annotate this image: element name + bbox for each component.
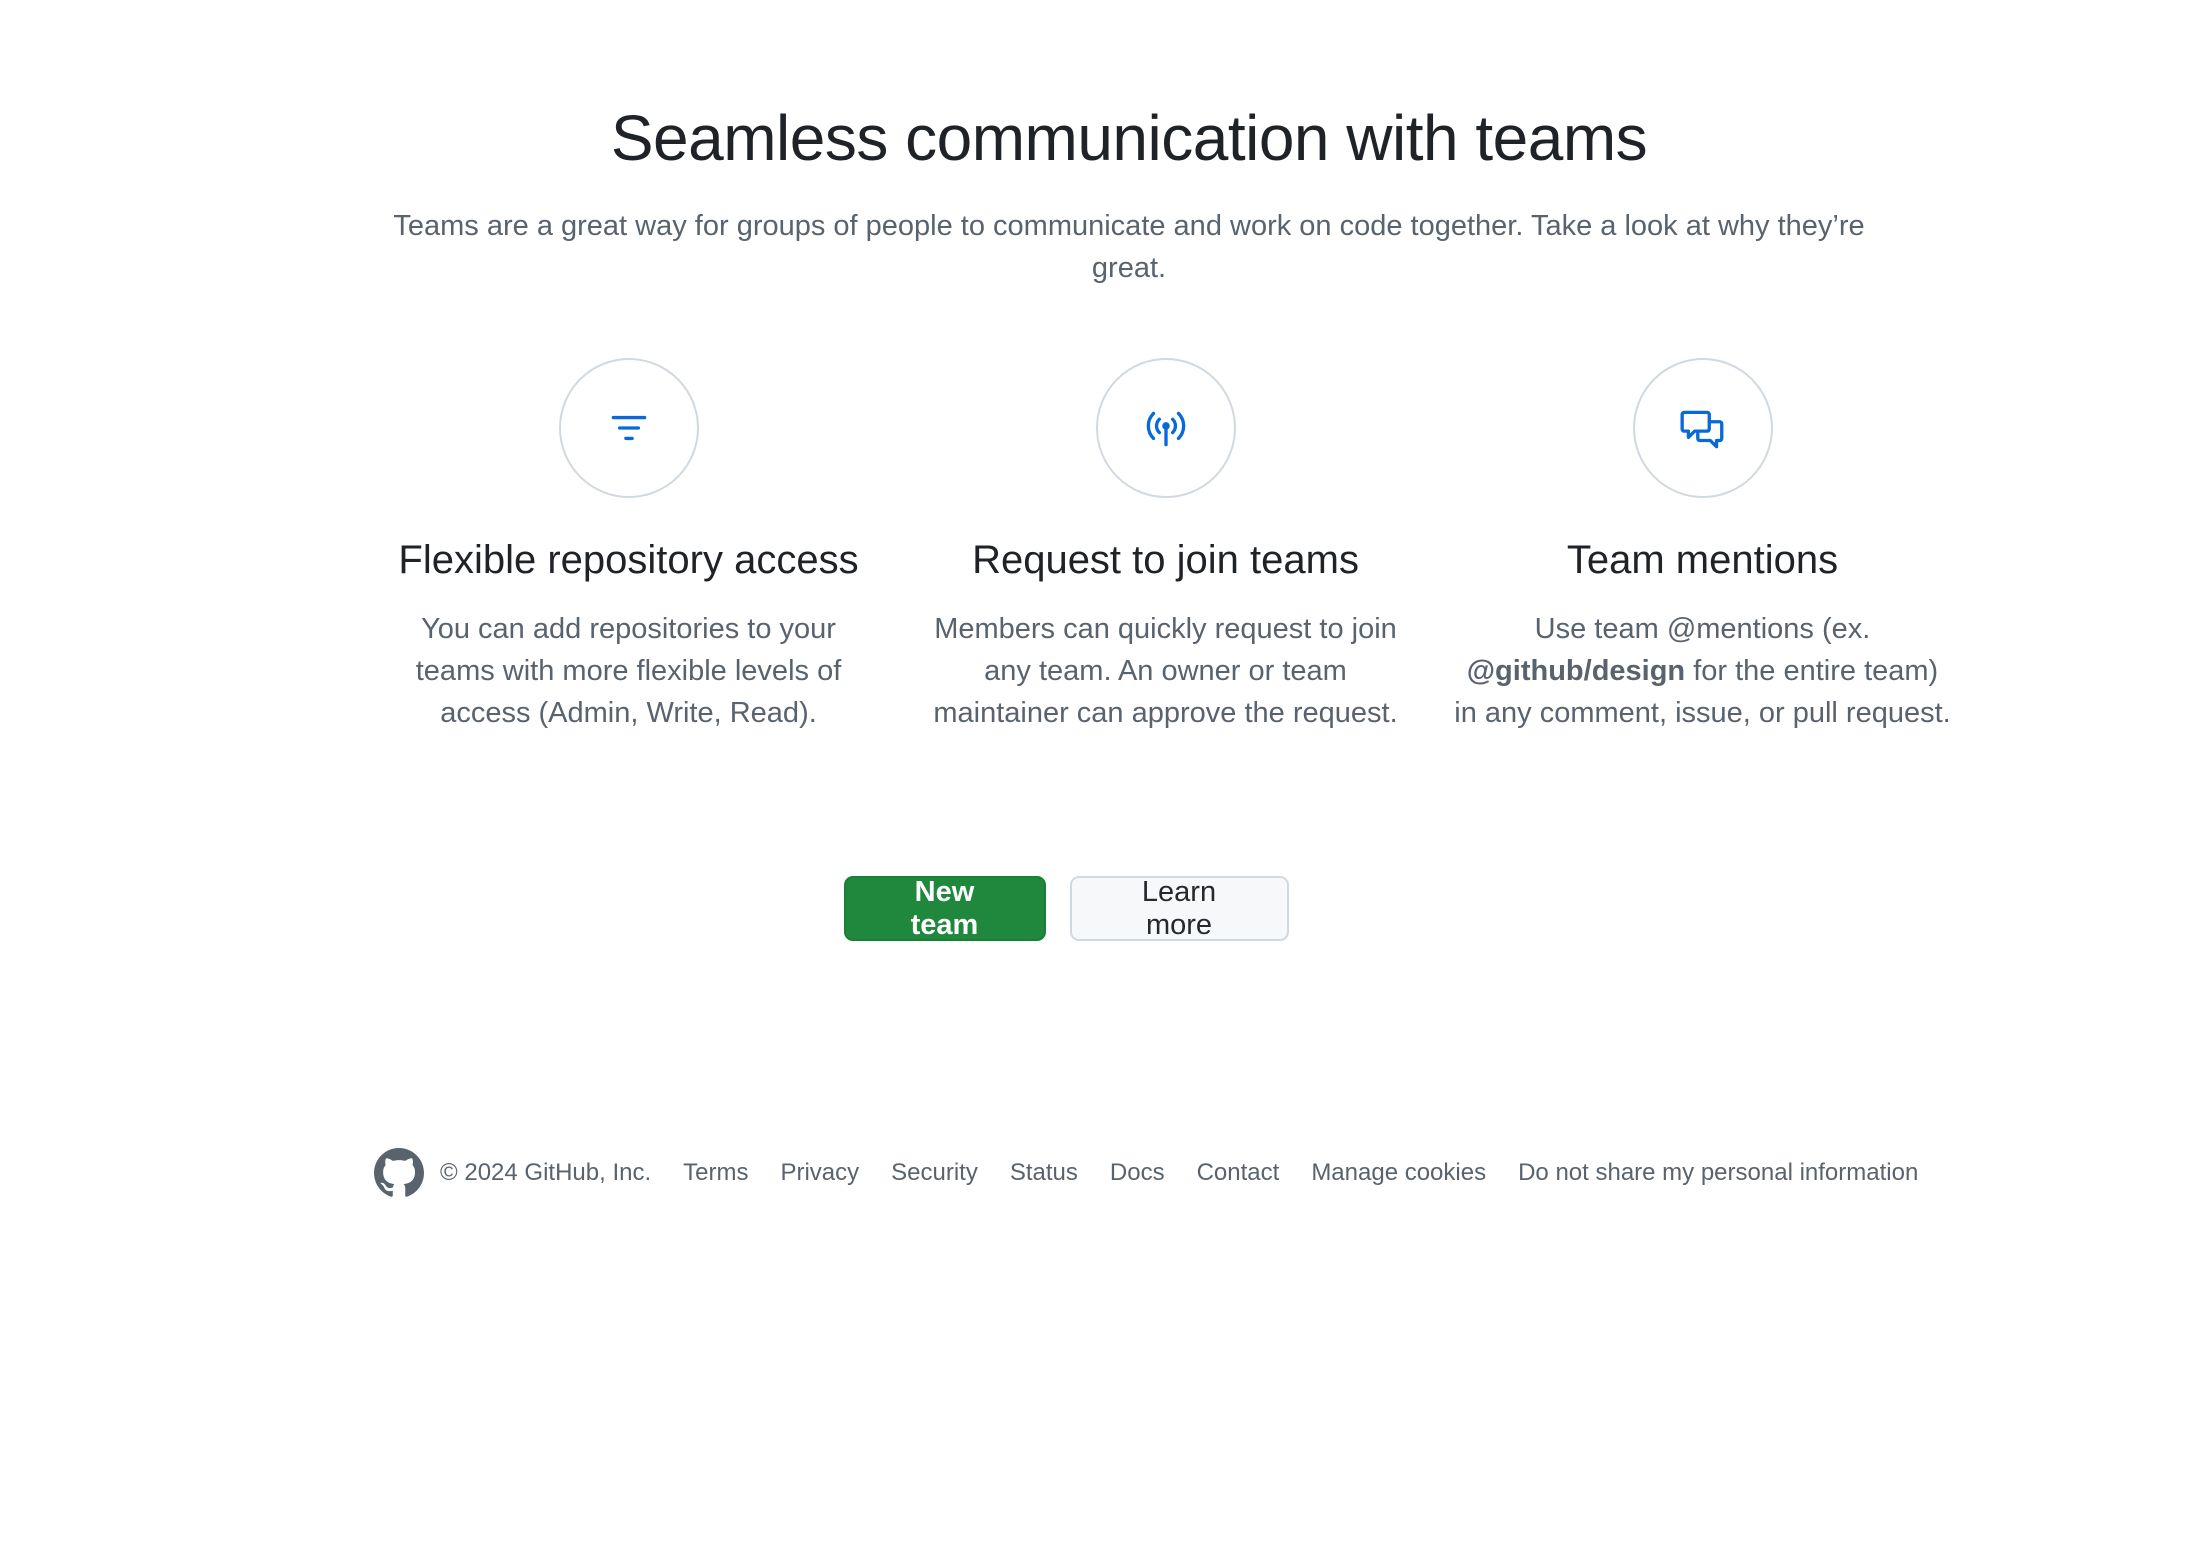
feature-title: Flexible repository access xyxy=(398,538,859,582)
feature-icon-circle xyxy=(558,358,699,498)
feature-repository-access: Flexible repository access You can add r… xyxy=(360,358,897,734)
footer-copyright: © 2024 GitHub, Inc. xyxy=(440,1159,652,1186)
feature-title: Team mentions xyxy=(1566,538,1839,582)
filter-icon xyxy=(611,415,646,441)
broadcast-icon xyxy=(1146,411,1185,447)
footer-link-do-not-share[interactable]: Do not share my personal information xyxy=(1518,1159,1918,1187)
github-logo-icon[interactable] xyxy=(374,1148,424,1198)
footer-link-contact[interactable]: Contact xyxy=(1197,1159,1280,1187)
footer-link-security[interactable]: Security xyxy=(891,1159,978,1187)
footer: © 2024 GitHub, Inc. Terms Privacy Securi… xyxy=(374,1148,1950,1198)
page-title: Seamless communication with teams xyxy=(610,102,1648,174)
footer-link-manage-cookies[interactable]: Manage cookies xyxy=(1311,1159,1486,1187)
page-intro: Teams are a great way for groups of peop… xyxy=(393,209,1865,284)
feature-team-mentions: Team mentions Use team @mentions (ex. @g… xyxy=(1434,358,1971,734)
footer-link-status[interactable]: Status xyxy=(1010,1159,1078,1187)
feature-request-to-join: Request to join teams Members can quickl… xyxy=(897,358,1434,734)
comment-discussion-icon xyxy=(1680,410,1723,449)
description-text: Use team @mentions (ex. xyxy=(1534,613,1871,645)
footer-link-terms[interactable]: Terms xyxy=(683,1159,748,1187)
feature-icon-circle xyxy=(1632,358,1773,498)
new-team-button[interactable]: New team xyxy=(843,876,1046,941)
learn-more-button[interactable]: Learn more xyxy=(1069,876,1289,941)
feature-icon-circle xyxy=(1095,358,1236,498)
action-buttons: New team Learn more xyxy=(0,876,2198,941)
feature-title: Request to join teams xyxy=(972,538,1359,582)
feature-description: Use team @mentions (ex. @github/design f… xyxy=(1453,608,1953,734)
footer-link-docs[interactable]: Docs xyxy=(1110,1159,1165,1187)
feature-list: Flexible repository access You can add r… xyxy=(360,358,1980,734)
blankslate: Seamless communication with teams Teams … xyxy=(360,100,1898,289)
feature-description: You can add repositories to your teams w… xyxy=(415,613,842,729)
footer-link-privacy[interactable]: Privacy xyxy=(780,1159,859,1187)
team-mention-example: @github/design xyxy=(1466,655,1686,687)
feature-description: Members can quickly request to join any … xyxy=(933,613,1398,729)
